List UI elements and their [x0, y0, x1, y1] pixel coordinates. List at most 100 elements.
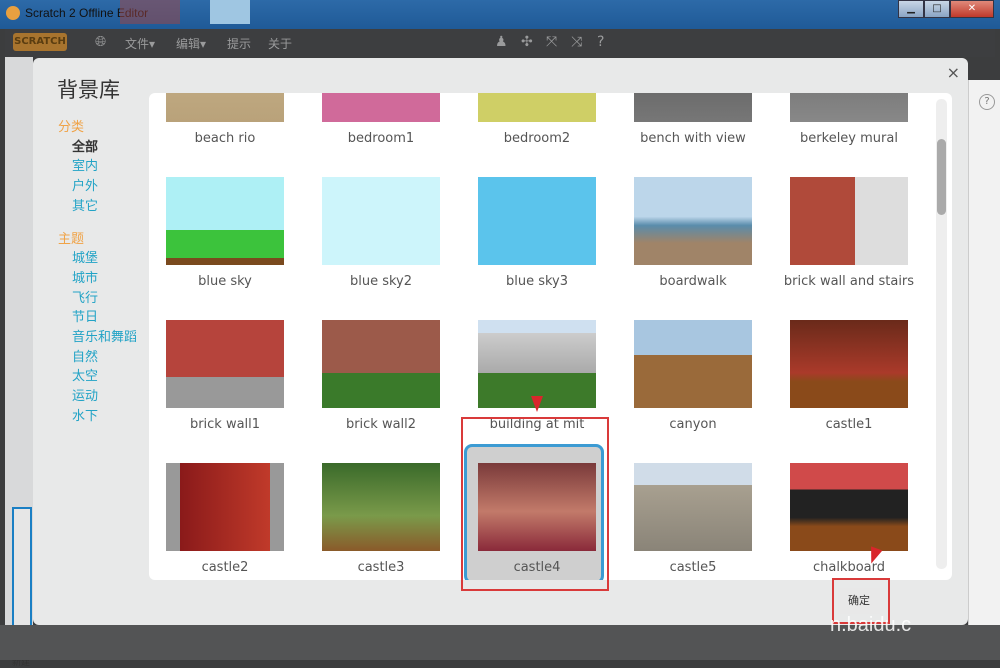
backdrop-thumbnail [478, 320, 596, 408]
backdrop-thumbnail [790, 93, 908, 122]
theme-nature[interactable]: 自然 [58, 348, 137, 368]
category-heading: 分类 [58, 120, 85, 135]
annotation-highlight-box [461, 417, 609, 591]
backdrop-label: boardwalk [659, 274, 727, 289]
backdrop-label: bench with view [640, 131, 746, 146]
scrollbar[interactable] [936, 99, 947, 569]
backdrop-label: blue sky3 [505, 274, 569, 289]
filter-sidebar: 分类 全部 室内 户外 其它 主题 城堡 城市 飞行 节日 音乐和舞蹈 自然 太… [58, 118, 137, 427]
window-titlebar: Scratch 2 Offline Editor ▁ □ ✕ [0, 0, 1000, 29]
category-all[interactable]: 全部 [58, 138, 137, 158]
backdrop-label: brick wall2 [345, 417, 417, 432]
backdrop-label: canyon [669, 417, 717, 432]
backdrop-item[interactable]: bench with view [623, 93, 763, 158]
backdrop-item[interactable]: bedroom1 [311, 93, 451, 158]
backdrop-label: blue sky [198, 274, 252, 289]
backdrop-item[interactable]: brick wall and stairs [779, 161, 919, 301]
dialog-title: 背景库 [57, 78, 120, 102]
backdrop-item[interactable]: brick wall2 [311, 304, 451, 444]
scratch-cat-icon [6, 6, 20, 20]
backdrop-thumbnail [166, 93, 284, 122]
backdrop-thumbnail [322, 320, 440, 408]
maximize-button[interactable]: □ [924, 0, 950, 18]
backdrop-thumbnail [634, 463, 752, 551]
menu-file[interactable]: 文件▾ [125, 35, 155, 52]
backdrop-thumbnail [166, 463, 284, 551]
scrollbar-thumb[interactable] [937, 139, 946, 215]
stage-thumbnail[interactable] [12, 507, 32, 637]
grow-icon[interactable]: ✣ [521, 34, 533, 50]
theme-underwater[interactable]: 水下 [58, 407, 137, 427]
backdrop-label: blue sky2 [349, 274, 413, 289]
backdrop-item[interactable]: canyon [623, 304, 763, 444]
backdrop-item[interactable]: castle5 [623, 447, 763, 580]
theme-castle[interactable]: 城堡 [58, 249, 137, 269]
backdrop-item[interactable]: bedroom2 [467, 93, 607, 158]
backdrop-thumbnail [322, 463, 440, 551]
backdrop-thumbnail [790, 463, 908, 551]
annotation-arrow [531, 396, 543, 412]
stamp-icon[interactable]: ♟ [495, 34, 508, 50]
backdrop-label: bedroom1 [347, 131, 415, 146]
menu-about[interactable]: 关于 [268, 35, 292, 52]
globe-icon[interactable]: 🌐︎ [95, 34, 106, 50]
category-other[interactable]: 其它 [58, 197, 137, 217]
taskbar-thumbnail [120, 0, 180, 24]
menubar: SCRATCH 🌐︎ 文件▾ 编辑▾ 提示 关于 ♟ ✣ ⤧ ⤨ ? [5, 29, 995, 57]
backdrop-thumbnail [634, 320, 752, 408]
shrink-icon[interactable]: ⤨ [571, 34, 582, 50]
help-icon[interactable]: ? [979, 94, 995, 110]
scratch-logo[interactable]: SCRATCH [13, 33, 67, 51]
backdrop-label: chalkboard [812, 560, 886, 575]
watermark: n.baidu.c [830, 614, 912, 636]
fullscreen-icon[interactable]: ⤧ [546, 34, 557, 50]
backdrop-item[interactable]: berkeley mural [779, 93, 919, 158]
backdrop-label: castle2 [201, 560, 249, 575]
minimize-button[interactable]: ▁ [898, 0, 924, 18]
backdrop-item[interactable]: brick wall1 [155, 304, 295, 444]
backdrop-label: castle5 [669, 560, 717, 575]
backdrop-item[interactable]: chalkboard [779, 447, 919, 580]
backdrop-thumbnail [634, 93, 752, 122]
menu-tips[interactable]: 提示 [227, 35, 251, 52]
theme-heading: 主题 [58, 231, 85, 247]
theme-holiday[interactable]: 节日 [58, 308, 137, 328]
backdrop-thumbnail [790, 177, 908, 265]
backdrop-thumbnail [634, 177, 752, 265]
editor-left-area: 新建 [5, 57, 33, 668]
backdrop-item[interactable]: boardwalk [623, 161, 763, 301]
backdrop-thumbnail [322, 177, 440, 265]
backdrop-label: brick wall1 [189, 417, 261, 432]
backdrop-thumbnail [166, 177, 284, 265]
menu-edit[interactable]: 编辑▾ [176, 35, 206, 52]
backdrop-item[interactable]: blue sky3 [467, 161, 607, 301]
backdrop-item[interactable]: beach rio [155, 93, 295, 158]
backdrop-thumbnail [478, 93, 596, 122]
backdrop-thumbnail [478, 177, 596, 265]
theme-city[interactable]: 城市 [58, 269, 137, 289]
close-dialog-button[interactable]: × [947, 63, 960, 82]
backdrop-item[interactable]: castle3 [311, 447, 451, 580]
backdrop-item[interactable]: blue sky [155, 161, 295, 301]
backdrop-item[interactable]: blue sky2 [311, 161, 451, 301]
backdrop-item[interactable]: castle2 [155, 447, 295, 580]
theme-music-dance[interactable]: 音乐和舞蹈 [58, 328, 137, 348]
backdrop-label: brick wall and stairs [783, 274, 915, 289]
editor-right-area: ? [968, 80, 1000, 640]
backdrop-thumbnail [790, 320, 908, 408]
backdrop-label: beach rio [194, 131, 256, 146]
backdrop-item[interactable]: castle1 [779, 304, 919, 444]
close-window-button[interactable]: ✕ [950, 0, 994, 18]
theme-flying[interactable]: 飞行 [58, 289, 137, 309]
theme-sports[interactable]: 运动 [58, 387, 137, 407]
backdrop-label: bedroom2 [503, 131, 571, 146]
backdrop-label: berkeley mural [800, 131, 898, 146]
category-indoors[interactable]: 室内 [58, 157, 137, 177]
theme-space[interactable]: 太空 [58, 367, 137, 387]
backdrop-thumbnail [322, 93, 440, 122]
category-outdoors[interactable]: 户外 [58, 177, 137, 197]
help-icon[interactable]: ? [597, 34, 604, 50]
backdrop-thumbnail [166, 320, 284, 408]
backdrop-label: castle3 [357, 560, 405, 575]
backdrop-label: castle1 [825, 417, 873, 432]
